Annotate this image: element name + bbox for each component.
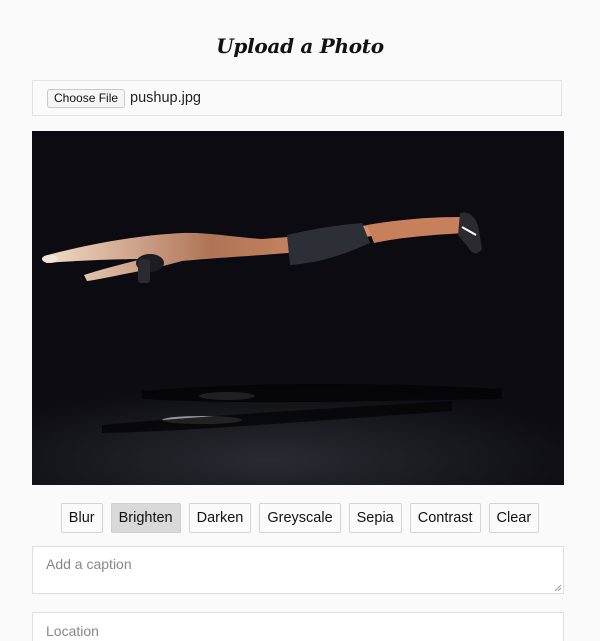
resize-grip-icon[interactable]: [553, 583, 561, 591]
filter-blur-button[interactable]: Blur: [60, 503, 103, 533]
caption-textarea[interactable]: Add a caption: [32, 546, 564, 594]
location-placeholder: Location: [46, 623, 99, 639]
location-input[interactable]: Location: [32, 612, 564, 641]
filter-contrast-button[interactable]: Contrast: [409, 503, 481, 533]
filter-darken-button[interactable]: Darken: [188, 503, 252, 533]
uploaded-photo: [32, 131, 564, 485]
filter-toolbar: Blur Brighten Darken Greyscale Sepia Con…: [0, 503, 600, 533]
page-title: Upload a Photo: [216, 34, 384, 58]
upload-page: Upload a Photo Choose File pushup.jpg Bl…: [0, 0, 600, 641]
filter-clear-button[interactable]: Clear: [488, 503, 540, 533]
filter-sepia-button[interactable]: Sepia: [348, 503, 402, 533]
filter-brighten-button[interactable]: Brighten: [110, 503, 181, 533]
file-input-row: Choose File pushup.jpg: [32, 80, 562, 116]
selected-file-name: pushup.jpg: [130, 90, 201, 106]
caption-placeholder: Add a caption: [46, 556, 132, 572]
filter-greyscale-button[interactable]: Greyscale: [259, 503, 341, 533]
choose-file-button[interactable]: Choose File: [47, 88, 126, 108]
photo-illustration: [32, 131, 564, 485]
